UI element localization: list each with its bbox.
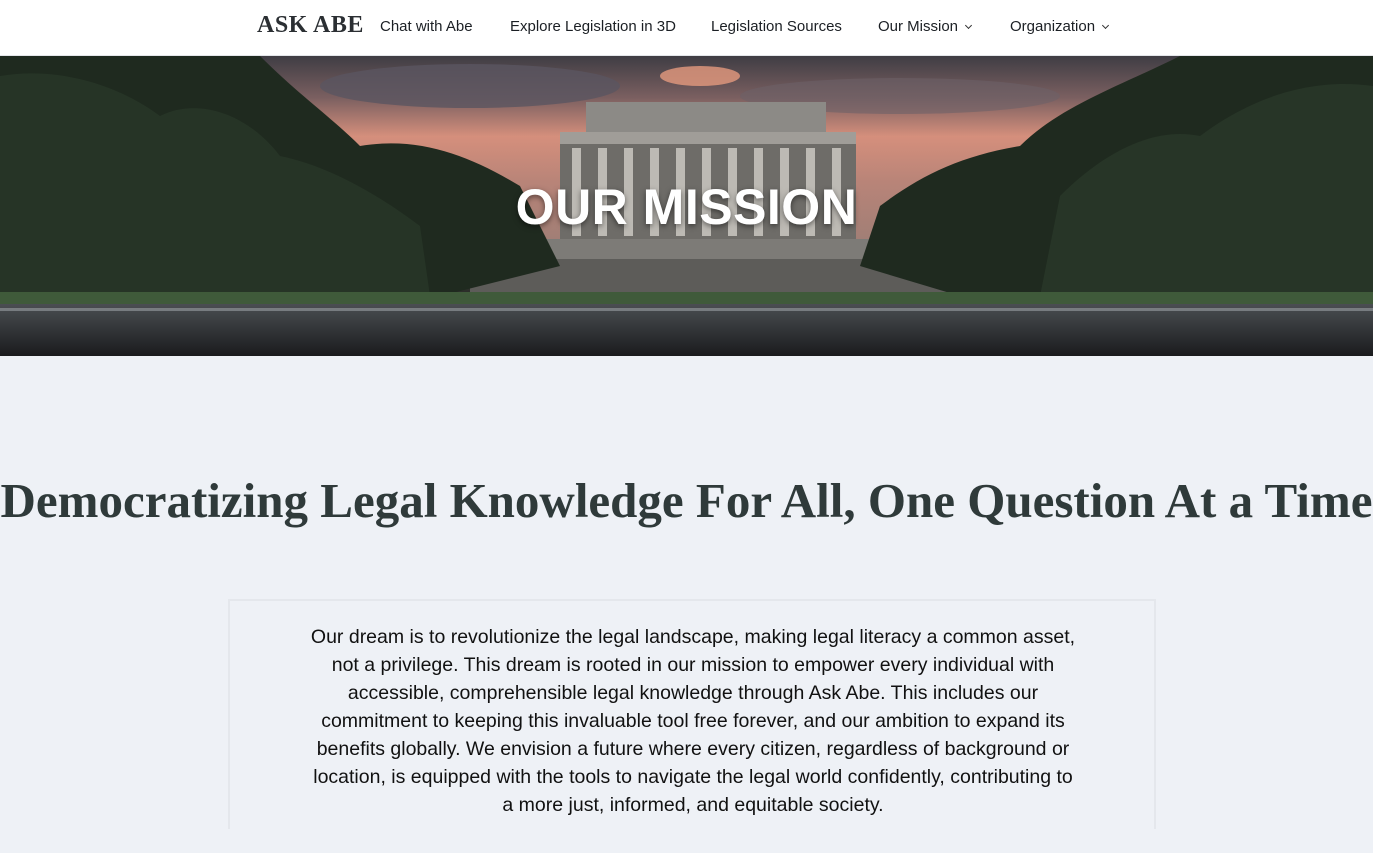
mission-card: Our dream is to revolutionize the legal …: [228, 599, 1156, 829]
nav-item-label: Legislation Sources: [711, 18, 842, 35]
nav-item-chat-with-abe[interactable]: Chat with Abe: [380, 18, 473, 35]
chevron-down-icon: [1102, 21, 1110, 29]
nav-item-label: Chat with Abe: [380, 18, 473, 35]
nav-item-label: Explore Legislation in 3D: [510, 18, 676, 35]
hero-title: OUR MISSION: [515, 179, 858, 235]
nav-item-label: Organization: [1010, 18, 1096, 35]
nav-item-legislation-sources[interactable]: Legislation Sources: [711, 18, 842, 35]
nav-item-our-mission[interactable]: Our Mission: [878, 18, 973, 35]
nav-item-organization[interactable]: Organization: [1010, 18, 1110, 35]
nav-item-explore-legislation[interactable]: Explore Legislation in 3D: [510, 18, 676, 35]
nav-item-label: Our Mission: [878, 18, 959, 35]
hero-banner: OUR MISSION: [0, 56, 1373, 356]
page-headline: Democratizing Legal Knowledge For All, O…: [0, 473, 1373, 528]
site-logo[interactable]: ASK ABE: [257, 12, 364, 39]
mission-statement: Our dream is to revolutionize the legal …: [310, 626, 1076, 816]
chevron-down-icon: [964, 21, 973, 29]
top-navbar: ASK ABE Chat with Abe Explore Legislatio…: [0, 0, 1373, 56]
